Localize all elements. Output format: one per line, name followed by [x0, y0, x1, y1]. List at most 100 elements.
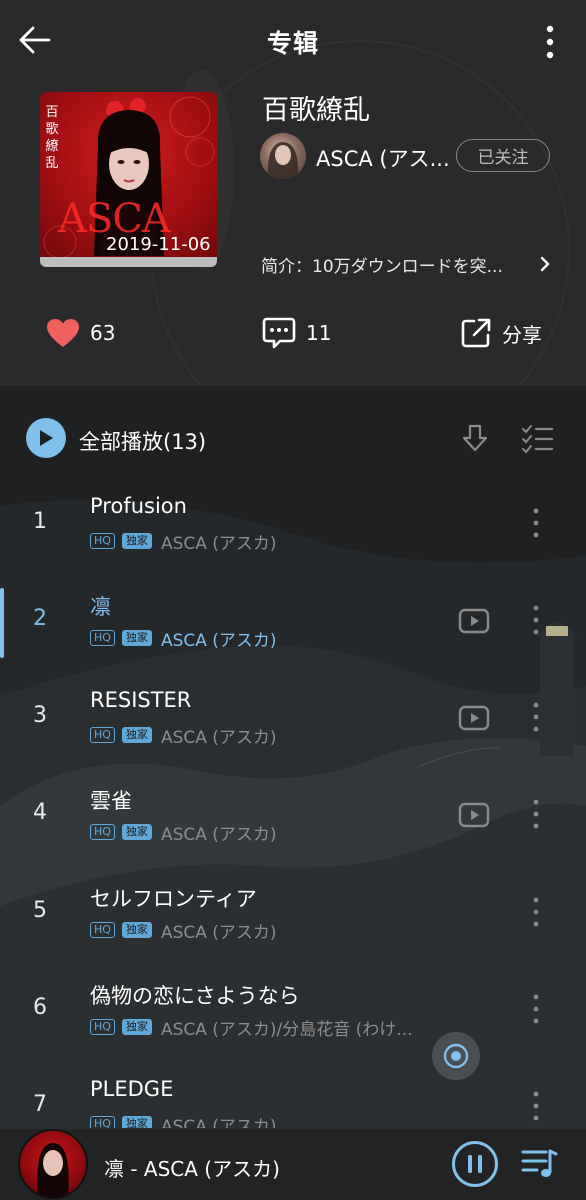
track-row[interactable]: 6 偽物の恋にさようなら HQ 独家 ASCA (アスカ)/分島花音 (わけ... — [0, 967, 586, 1064]
mini-player[interactable]: 凛 - ASCA (アスカ) — [0, 1128, 586, 1200]
hq-badge: HQ — [90, 727, 115, 743]
like-count: 63 — [90, 321, 116, 345]
hq-badge: HQ — [90, 922, 115, 938]
avatar-portrait — [267, 142, 299, 179]
pause-button[interactable] — [452, 1141, 498, 1187]
track-title: 凛 — [90, 595, 111, 619]
download-button[interactable] — [458, 422, 492, 456]
now-playing-title[interactable]: 凛 - ASCA (アスカ) — [104, 1153, 280, 1182]
track-title: Profusion — [90, 494, 187, 518]
track-artist: ASCA (アスカ) — [160, 727, 277, 748]
more-vertical-icon[interactable] — [526, 503, 546, 543]
track-title: セルフロンティア — [90, 887, 257, 911]
more-vertical-icon — [546, 25, 554, 59]
track-artist: ASCA (アスカ) — [160, 1116, 277, 1129]
hq-badge: HQ — [90, 1116, 115, 1128]
more-button[interactable] — [534, 20, 566, 64]
share-button[interactable]: 分享 — [460, 310, 542, 356]
track-row[interactable]: 3 RESISTER HQ 独家 ASCA (アスカ) — [0, 675, 586, 772]
hq-badge: HQ — [90, 533, 115, 549]
track-meta: HQ 独家 ASCA (アスカ)/分島花音 (わけ... — [90, 1016, 413, 1040]
more-vertical-icon[interactable] — [526, 892, 546, 932]
album-title: 百歌繚乱 — [262, 95, 370, 126]
more-vertical-icon[interactable] — [526, 697, 546, 737]
like-button[interactable]: 63 — [46, 310, 115, 356]
target-icon — [443, 1043, 469, 1069]
artist-row[interactable]: ASCA (アス... 已关注 — [260, 133, 560, 179]
more-vertical-icon[interactable] — [526, 1086, 546, 1126]
hq-badge: HQ — [90, 1019, 115, 1035]
track-number: 6 — [33, 995, 47, 1020]
exclusive-badge: 独家 — [121, 922, 152, 938]
exclusive-badge: 独家 — [121, 1019, 152, 1035]
track-number: 5 — [33, 898, 47, 923]
track-meta: HQ 独家 ASCA (アスカ) — [90, 627, 277, 651]
track-meta: HQ 独家 ASCA (アスカ) — [90, 821, 277, 845]
exclusive-badge: 独家 — [121, 1116, 152, 1128]
artist-name[interactable]: ASCA (アス... — [316, 143, 451, 173]
checklist-icon — [522, 425, 554, 454]
video-icon[interactable] — [458, 799, 490, 831]
track-number: 3 — [33, 703, 47, 728]
locate-current-button[interactable] — [432, 1032, 480, 1080]
share-label: 分享 — [502, 322, 542, 347]
play-all-label[interactable]: 全部播放(13) — [79, 426, 206, 456]
track-meta: HQ 独家 ASCA (アスカ) — [90, 530, 277, 554]
cover-kanji: 百 歌 繚 乱 — [45, 105, 59, 171]
action-bar: 63 11 分享 — [0, 310, 586, 356]
exclusive-badge: 独家 — [121, 630, 152, 646]
playing-indicator — [0, 588, 4, 658]
pause-icon — [468, 1155, 482, 1173]
comment-count: 11 — [306, 321, 332, 345]
video-icon[interactable] — [458, 605, 490, 637]
track-title: 雲雀 — [90, 789, 132, 813]
track-title: PLEDGE — [90, 1077, 174, 1101]
download-icon — [462, 424, 488, 452]
artist-avatar[interactable] — [260, 133, 306, 179]
album-intro[interactable]: 简介：10万ダウンロードを突... — [261, 252, 561, 278]
video-icon[interactable] — [458, 702, 490, 734]
cover-strip — [40, 257, 217, 267]
track-row[interactable]: 7 PLEDGE HQ 独家 ASCA (アスカ) — [0, 1064, 586, 1128]
comment-button[interactable]: 11 — [262, 310, 331, 356]
intro-text: 简介：10万ダウンロードを突... — [261, 257, 503, 277]
track-row[interactable]: 5 セルフロンティア HQ 独家 ASCA (アスカ) — [0, 870, 586, 967]
track-row[interactable]: 2 凛 HQ 独家 ASCA (アスカ) — [0, 578, 586, 675]
page-title: 专辑 — [266, 29, 319, 58]
track-artist: ASCA (アスカ) — [160, 630, 277, 651]
track-artist: ASCA (アスカ) — [160, 533, 277, 554]
more-vertical-icon[interactable] — [526, 989, 546, 1029]
track-meta: HQ 独家 ASCA (アスカ) — [90, 1113, 277, 1128]
album-header: 专辑 百 歌 繚 乱 ASCA 2019-11-06 百歌繚乱 ASCA (アス… — [0, 0, 586, 386]
track-meta: HQ 独家 ASCA (アスカ) — [90, 919, 277, 943]
more-vertical-icon[interactable] — [526, 794, 546, 834]
cover-portrait — [37, 1143, 69, 1197]
hq-badge: HQ — [90, 630, 115, 646]
track-title: RESISTER — [90, 688, 192, 712]
chevron-right-icon — [540, 256, 550, 272]
exclusive-badge: 独家 — [121, 533, 152, 549]
release-date: 2019-11-06 — [106, 234, 211, 255]
track-meta: HQ 独家 ASCA (アスカ) — [90, 724, 277, 748]
album-cover[interactable]: 百 歌 繚 乱 ASCA 2019-11-06 — [40, 92, 217, 267]
exclusive-badge: 独家 — [121, 727, 152, 743]
play-icon — [40, 430, 53, 446]
now-playing-cover[interactable] — [18, 1129, 88, 1199]
multi-select-button[interactable] — [520, 422, 554, 456]
track-row[interactable]: 1 Profusion HQ 独家 ASCA (アスカ) — [0, 481, 586, 578]
track-number: 1 — [33, 509, 47, 534]
track-artist: ASCA (アスカ) — [160, 824, 277, 845]
track-number: 7 — [33, 1092, 47, 1117]
playlist-button[interactable] — [520, 1145, 558, 1183]
more-vertical-icon[interactable] — [526, 600, 546, 640]
top-bar: 专辑 — [0, 0, 586, 80]
track-row[interactable]: 4 雲雀 HQ 独家 ASCA (アスカ) — [0, 772, 586, 869]
exclusive-badge: 独家 — [121, 824, 152, 840]
follow-button[interactable]: 已关注 — [456, 139, 550, 172]
playlist-icon — [521, 1149, 558, 1177]
track-artist: ASCA (アスカ)/分島花音 (わけ... — [160, 1019, 413, 1040]
play-all-button[interactable] — [26, 418, 66, 458]
track-list[interactable]: 全部播放(13) 1 Profusion HQ 独家 ASCA (アスカ) 2 凛 HQ 独家 A… — [0, 386, 586, 1128]
share-icon — [461, 318, 491, 348]
play-all-row[interactable]: 全部播放(13) — [0, 408, 586, 468]
